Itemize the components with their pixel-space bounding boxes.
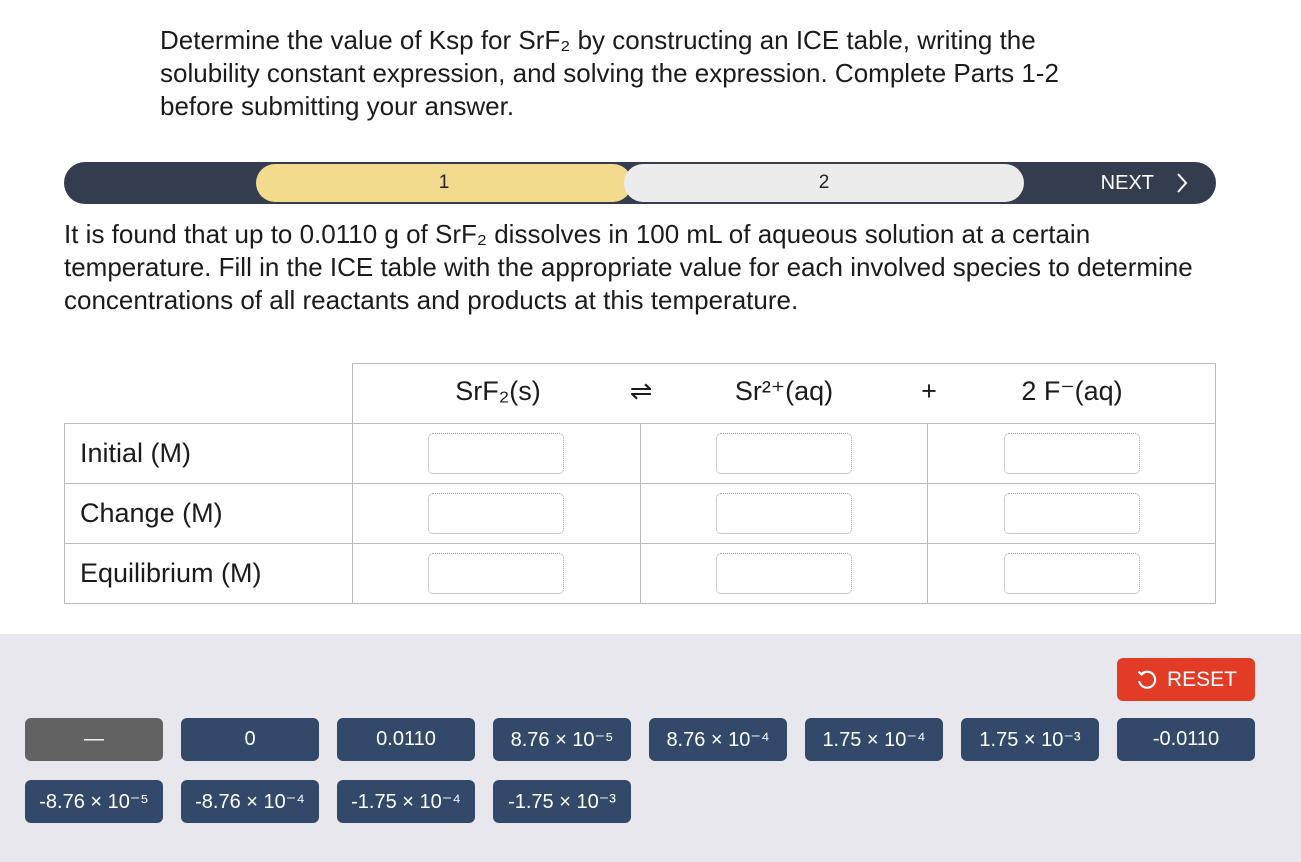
next-button[interactable]: NEXT [1101,162,1188,204]
answer-tile-neg-1-75e-4[interactable]: -1.75 × 10⁻⁴ [337,780,475,823]
reset-label: RESET [1166,667,1237,691]
ice-table: SrF₂(s) ⇌ Sr²⁺(aq) + 2 F⁻(aq) Initial (M… [64,363,1216,604]
answer-tile-0-0110[interactable]: 0.0110 [337,718,475,761]
reactant-srf2: SrF₂(s) [455,376,541,406]
answer-tile-neg-0-0110[interactable]: -0.0110 [1117,718,1255,761]
instructions-text: Determine the value of Ksp for SrF₂ by c… [160,25,1059,121]
equilibrium-f-dropzone[interactable] [1003,553,1140,594]
ice-row-equilibrium: Equilibrium (M) [64,543,1216,604]
equilibrium-srf2-dropzone[interactable] [428,553,565,594]
answer-tile-1-75e-4[interactable]: 1.75 × 10⁻⁴ [805,718,943,761]
problem-description: It is found that up to 0.0110 g of SrF₂ … [64,219,1193,315]
ice-header-row: SrF₂(s) ⇌ Sr²⁺(aq) + 2 F⁻(aq) [64,363,1216,424]
step-2-label: 2 [818,172,830,193]
answer-tile-1-75e-3[interactable]: 1.75 × 10⁻³ [961,718,1099,761]
ice-row-initial: Initial (M) [64,423,1216,484]
step-1-label: 1 [438,172,450,193]
ice-corner-cell [64,363,353,424]
row-label-equilibrium: Equilibrium (M) [64,543,353,604]
step-1-tab[interactable]: 1 [256,164,632,202]
product-sr-ion: Sr²⁺(aq) [734,376,834,406]
answer-tile-dash[interactable]: — [25,718,163,761]
change-sr-dropzone[interactable] [715,493,852,534]
answer-tile-8-76e-5[interactable]: 8.76 × 10⁻⁵ [493,718,631,761]
answer-tile-neg-8-76e-4[interactable]: -8.76 × 10⁻⁴ [181,780,319,823]
step-2-tab[interactable]: 2 [624,164,1024,202]
answer-bank: RESET — 0 0.0110 8.76 × 10⁻⁵ 8.76 × 10⁻⁴… [0,634,1301,862]
chevron-right-icon [1177,173,1188,193]
answer-tile-8-76e-4[interactable]: 8.76 × 10⁻⁴ [649,718,787,761]
product-f-ion: 2 F⁻(aq) [1021,376,1123,406]
ice-row-change: Change (M) [64,483,1216,544]
answer-tile-neg-8-76e-5[interactable]: -8.76 × 10⁻⁵ [25,780,163,823]
answer-tile-neg-1-75e-3[interactable]: -1.75 × 10⁻³ [493,780,631,823]
step-progress-bar: 1 2 NEXT [64,162,1216,204]
reaction-equation: SrF₂(s) ⇌ Sr²⁺(aq) + 2 F⁻(aq) [352,363,1216,424]
equilibrium-arrow: ⇌ [629,376,653,406]
initial-f-dropzone[interactable] [1003,433,1140,474]
change-f-dropzone[interactable] [1003,493,1140,534]
next-label: NEXT [1100,171,1154,194]
initial-sr-dropzone[interactable] [715,433,852,474]
initial-srf2-dropzone[interactable] [428,433,565,474]
equilibrium-sr-dropzone[interactable] [715,553,852,594]
row-label-initial: Initial (M) [64,423,353,484]
change-srf2-dropzone[interactable] [428,493,565,534]
reset-icon [1137,670,1157,689]
row-label-change: Change (M) [64,483,353,544]
answer-tile-zero[interactable]: 0 [181,718,319,761]
reset-button[interactable]: RESET [1117,658,1255,701]
plus-sign: + [921,376,937,406]
